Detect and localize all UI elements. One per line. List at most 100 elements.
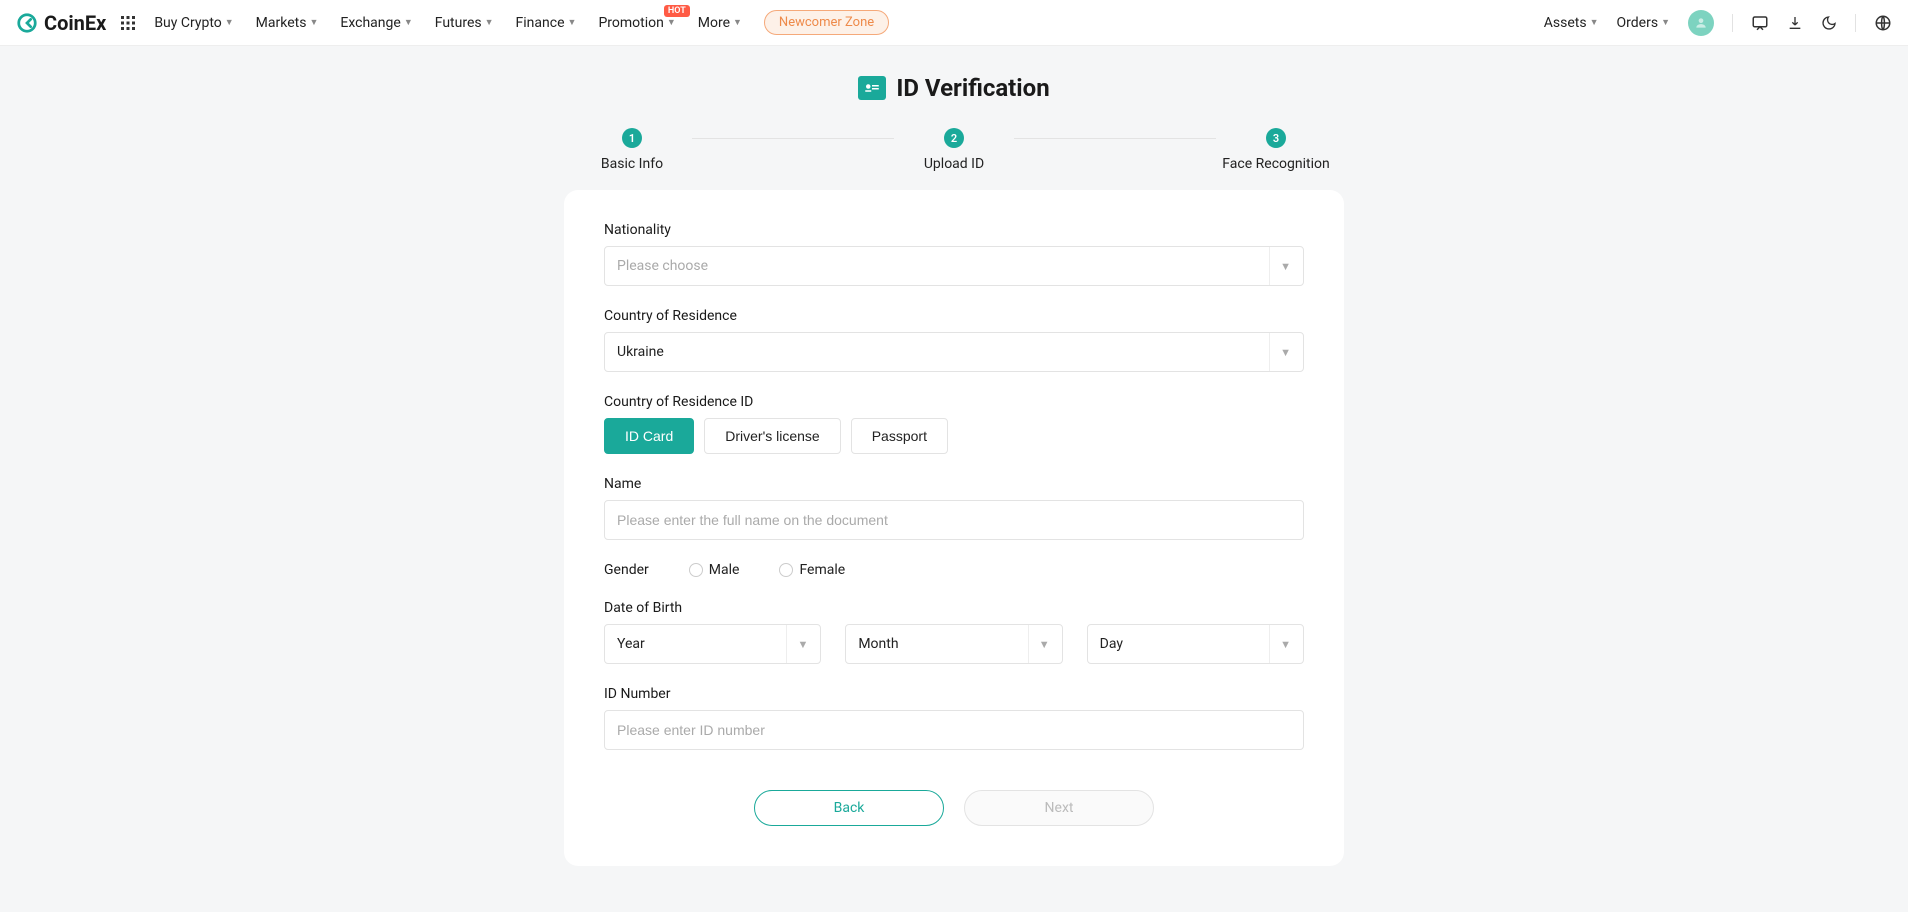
top-header: CoinEx Buy Crypto▼ Markets▼ Exchange▼ Fu… [0, 0, 1908, 46]
coinex-logo-icon [16, 12, 38, 34]
hot-badge: HOT [664, 5, 690, 17]
select-value: Please choose [617, 258, 708, 274]
nav-orders[interactable]: Orders▼ [1617, 15, 1670, 31]
nav-finance[interactable]: Finance▼ [516, 15, 577, 31]
chevron-down-icon: ▼ [1590, 17, 1599, 28]
radio-label: Female [799, 562, 845, 578]
chevron-down-icon: ▼ [1661, 17, 1670, 28]
step-connector [1014, 138, 1216, 139]
brand-name: CoinEx [44, 11, 106, 35]
radio-circle-icon [689, 563, 703, 577]
dob-month-select[interactable]: Month ▼ [845, 624, 1062, 664]
field-dob: Date of Birth Year ▼ Month ▼ Day ▼ [604, 600, 1304, 664]
field-gender: Gender Male Female [604, 562, 1304, 578]
step-connector [692, 138, 894, 139]
name-input[interactable] [604, 500, 1304, 540]
nav-label: Exchange [340, 15, 400, 31]
progress-steps: 1 Basic Info 2 Upload ID 3 Face Recognit… [572, 128, 1336, 172]
nationality-select[interactable]: Please choose ▼ [604, 246, 1304, 286]
download-icon[interactable] [1787, 15, 1803, 31]
nav-futures[interactable]: Futures▼ [435, 15, 494, 31]
nav-label: Finance [516, 15, 565, 31]
chevron-down-icon: ▼ [667, 17, 676, 28]
gender-label: Gender [604, 562, 649, 578]
field-id-number: ID Number [604, 686, 1304, 750]
nav-exchange[interactable]: Exchange ▼ [340, 15, 412, 31]
chevron-down-icon: ▼ [309, 17, 318, 28]
form-actions: Back Next [604, 790, 1304, 826]
chevron-down-icon: ▼ [225, 17, 234, 28]
id-type-label: Country of Residence ID [604, 394, 1304, 410]
page-title-text: ID Verification [896, 74, 1049, 102]
next-button[interactable]: Next [964, 790, 1154, 826]
nav-assets[interactable]: Assets▼ [1544, 15, 1599, 31]
name-label: Name [604, 476, 1304, 492]
chevron-down-icon: ▼ [733, 17, 742, 28]
nav-more[interactable]: More▼ [698, 15, 742, 31]
chevron-down-icon: ▼ [568, 17, 577, 28]
main-nav: Buy Crypto▼ Markets▼ Exchange▼ Futures▼ … [154, 10, 889, 35]
step-upload-id: 2 Upload ID [894, 128, 1014, 172]
chat-icon[interactable] [1751, 14, 1769, 32]
id-type-options: ID Card Driver's license Passport [604, 418, 1304, 454]
nav-promotion[interactable]: Promotion▼ HOT [598, 15, 675, 31]
select-value: Day [1100, 636, 1123, 652]
field-name: Name [604, 476, 1304, 540]
field-country: Country of Residence Ukraine ▼ [604, 308, 1304, 372]
globe-icon[interactable] [1874, 14, 1892, 32]
field-nationality: Nationality Please choose ▼ [604, 222, 1304, 286]
field-id-type: Country of Residence ID ID Card Driver's… [604, 394, 1304, 454]
id-type-id-card[interactable]: ID Card [604, 418, 694, 454]
chevron-down-icon: ▼ [786, 625, 808, 663]
newcomer-zone-button[interactable]: Newcomer Zone [764, 10, 889, 35]
step-basic-info: 1 Basic Info [572, 128, 692, 172]
user-icon [1694, 16, 1708, 30]
dob-label: Date of Birth [604, 600, 1304, 616]
select-value: Ukraine [617, 344, 664, 360]
step-face-recognition: 3 Face Recognition [1216, 128, 1336, 172]
step-number: 3 [1266, 128, 1286, 148]
chevron-down-icon: ▼ [1269, 247, 1291, 285]
id-number-label: ID Number [604, 686, 1304, 702]
nav-buy-crypto[interactable]: Buy Crypto▼ [154, 15, 233, 31]
chevron-down-icon: ▼ [404, 17, 413, 28]
nav-label: Markets [256, 15, 307, 31]
nav-label: Futures [435, 15, 482, 31]
gender-female-radio[interactable]: Female [779, 562, 845, 578]
form-card: Nationality Please choose ▼ Country of R… [564, 190, 1344, 866]
select-value: Month [858, 636, 898, 652]
brand-logo[interactable]: CoinEx [16, 11, 106, 35]
id-card-icon [858, 76, 886, 100]
id-type-drivers-license[interactable]: Driver's license [704, 418, 840, 454]
apps-grid-icon[interactable] [120, 15, 136, 31]
nav-markets[interactable]: Markets▼ [256, 15, 319, 31]
nav-label: Orders [1617, 15, 1659, 31]
nav-label: More [698, 15, 730, 31]
divider [1732, 14, 1733, 32]
country-select[interactable]: Ukraine ▼ [604, 332, 1304, 372]
step-number: 1 [622, 128, 642, 148]
chevron-down-icon: ▼ [1028, 625, 1050, 663]
nav-label: Promotion [598, 15, 663, 31]
nav-label: Assets [1544, 15, 1587, 31]
radio-circle-icon [779, 563, 793, 577]
avatar[interactable] [1688, 10, 1714, 36]
gender-male-radio[interactable]: Male [689, 562, 740, 578]
chevron-down-icon: ▼ [1269, 625, 1291, 663]
step-number: 2 [944, 128, 964, 148]
page-content: ID Verification 1 Basic Info 2 Upload ID… [564, 74, 1344, 866]
chevron-down-icon: ▼ [485, 17, 494, 28]
page-title: ID Verification [564, 74, 1344, 102]
step-label: Face Recognition [1222, 156, 1329, 172]
select-value: Year [617, 636, 645, 652]
id-type-passport[interactable]: Passport [851, 418, 948, 454]
country-label: Country of Residence [604, 308, 1304, 324]
id-number-input[interactable] [604, 710, 1304, 750]
moon-icon[interactable] [1821, 15, 1837, 31]
step-label: Upload ID [924, 156, 984, 172]
dob-year-select[interactable]: Year ▼ [604, 624, 821, 664]
divider [1855, 14, 1856, 32]
step-label: Basic Info [601, 156, 663, 172]
dob-day-select[interactable]: Day ▼ [1087, 624, 1304, 664]
back-button[interactable]: Back [754, 790, 944, 826]
